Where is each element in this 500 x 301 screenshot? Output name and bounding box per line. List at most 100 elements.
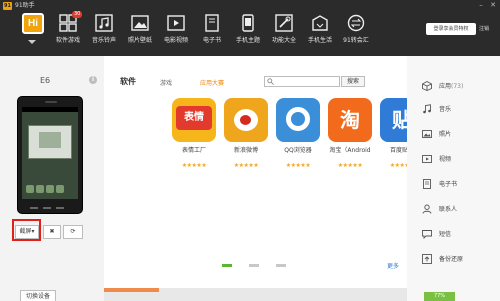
nav-label: 手机生活 — [307, 37, 332, 44]
shopping-bag-icon — [312, 15, 328, 31]
pager-dot-active[interactable] — [222, 264, 232, 267]
minimize-button[interactable]: – — [476, 1, 486, 10]
app-card[interactable]: 淘 淘宝（Android ★★★★★ — [324, 98, 376, 169]
window-title: 91助手 — [15, 2, 35, 9]
nav-label: 电子书 — [202, 37, 221, 44]
video-icon — [422, 155, 432, 163]
close-button[interactable]: ✕ — [488, 1, 498, 10]
app-card[interactable]: 表情 表情工厂 ★★★★★ — [168, 98, 220, 169]
ebook-icon — [423, 179, 431, 189]
sidebar-item-video[interactable]: 视频 — [422, 154, 492, 166]
rating-stars: ★★★★★ — [285, 162, 311, 169]
nav-item-exchange[interactable]: 91转会汇 — [338, 14, 374, 50]
clear-button[interactable]: ✖ — [43, 225, 61, 239]
switch-device-button[interactable]: 切换设备 — [20, 290, 56, 301]
music-note-icon — [423, 104, 431, 114]
sidebar-item-label: 音乐 — [439, 106, 452, 113]
storage-indicator: 77% — [424, 292, 455, 301]
pager-dot[interactable] — [249, 264, 259, 267]
app-icon-weibo[interactable] — [224, 98, 268, 142]
backup-icon — [422, 254, 432, 264]
phone-screen[interactable] — [22, 107, 78, 199]
app-name[interactable]: 新浪微博 — [220, 147, 272, 154]
search-box[interactable] — [264, 76, 340, 87]
video-icon — [167, 15, 185, 31]
sidebar-item-label: 电子书 — [439, 181, 458, 188]
sidebar-item-contacts[interactable]: 联系人 — [422, 204, 492, 216]
app-badge-icon: 91 — [3, 2, 12, 10]
sidebar-item-music[interactable]: 音乐 — [422, 104, 492, 116]
nav-item-music[interactable]: 音乐铃声 — [86, 14, 122, 50]
book-icon — [205, 14, 219, 32]
cube-icon — [422, 81, 432, 91]
top-toolbar: 91 91助手 – ✕ Hi 30 软件游戏 音乐铃声 照片壁纸 电影视频 电子… — [0, 0, 500, 56]
more-link[interactable]: 更多 — [387, 263, 399, 270]
app-icon-qq-browser[interactable] — [276, 98, 320, 142]
nav-label: 功能大全 — [271, 37, 296, 44]
info-icon[interactable]: i — [89, 76, 97, 84]
nav-item-ebook[interactable]: 电子书 — [194, 14, 230, 50]
nav-item-video[interactable]: 电影视频 — [158, 14, 194, 50]
tab-games[interactable]: 游戏 — [160, 79, 172, 88]
sidebar-item-label: 应用(73) — [439, 83, 464, 90]
sidebar-item-label: 照片 — [439, 131, 452, 138]
sidebar-item-label: 联系人 — [439, 206, 458, 213]
search-button[interactable]: 搜索 — [341, 76, 365, 87]
nav-item-themes[interactable]: 手机主题 — [230, 14, 266, 50]
nav-item-apps[interactable]: 30 软件游戏 — [50, 11, 86, 50]
back-key — [30, 207, 38, 209]
logout-link[interactable]: 注销 — [479, 23, 489, 35]
app-card[interactable]: QQ浏览器 ★★★★★ — [272, 98, 324, 169]
dock-app-icon — [56, 185, 64, 193]
nav-item-life[interactable]: 手机生活 — [302, 14, 338, 50]
photo-icon — [422, 130, 432, 138]
search-icon — [267, 78, 274, 85]
sidebar-item-messages[interactable]: 短信 — [422, 229, 492, 241]
app-icon-taobao[interactable]: 淘 — [328, 98, 372, 142]
theme-icon — [242, 14, 254, 32]
refresh-button[interactable]: ⟳ — [63, 225, 83, 239]
close-icon: ✖ — [49, 228, 55, 235]
app-name[interactable]: QQ浏览器 — [272, 147, 324, 154]
weibo-pupil — [240, 115, 251, 125]
phone-widget-image — [39, 132, 61, 148]
right-sidebar: 应用(73) 音乐 照片 视频 电子书 联系人 短信 备份还原 — [407, 56, 500, 301]
app-name[interactable]: 淘宝（Android — [324, 147, 376, 154]
search-input[interactable] — [275, 77, 337, 86]
tab-software[interactable]: 软件 — [120, 77, 136, 86]
phone-dock — [26, 185, 74, 193]
sidebar-item-photos[interactable]: 照片 — [422, 129, 492, 141]
sidebar-item-label: 备份还原 — [439, 256, 464, 263]
apps-count: (73) — [451, 83, 464, 90]
logo[interactable]: Hi — [22, 13, 44, 34]
app-card[interactable]: 新浪微博 ★★★★★ — [220, 98, 272, 169]
sidebar-item-apps[interactable]: 应用(73) — [422, 81, 492, 93]
main-content: 软件 游戏 应用大赛 搜索 表情 表情工厂 ★★★★★ 新浪微博 ★★★★★ Q… — [104, 56, 424, 301]
dock-app-icon — [36, 185, 44, 193]
message-icon — [422, 230, 432, 239]
phone-status-bar — [22, 107, 78, 112]
sidebar-item-label: 视频 — [439, 156, 452, 163]
nav-label: 音乐铃声 — [91, 37, 116, 44]
vip-login-button[interactable]: 登录享会员特权 — [426, 23, 476, 35]
home-key — [43, 207, 51, 209]
pager-dot[interactable] — [276, 264, 286, 267]
sidebar-item-label: 短信 — [439, 231, 452, 238]
nav-item-photos[interactable]: 照片壁纸 — [122, 14, 158, 50]
contacts-icon — [422, 204, 432, 214]
sidebar-item-backup[interactable]: 备份还原 — [422, 254, 492, 266]
tab-app-contest[interactable]: 应用大赛 — [200, 79, 224, 88]
sidebar-item-ebook[interactable]: 电子书 — [422, 179, 492, 191]
logo-dropdown-icon[interactable] — [28, 40, 36, 44]
app-name[interactable]: 表情工厂 — [168, 147, 220, 154]
apps-count-badge: 30 — [72, 11, 83, 18]
rating-stars: ★★★★★ — [181, 162, 207, 169]
progress-fill — [104, 288, 159, 292]
device-name: E6 — [40, 76, 51, 85]
phone-hardware-keys — [30, 203, 72, 209]
music-note-icon — [95, 14, 113, 32]
highlight-box — [12, 219, 41, 241]
nav-item-tools[interactable]: 功能大全 — [266, 14, 302, 50]
app-icon-biaoqing[interactable]: 表情 — [172, 98, 216, 142]
phone-speaker — [45, 101, 57, 103]
